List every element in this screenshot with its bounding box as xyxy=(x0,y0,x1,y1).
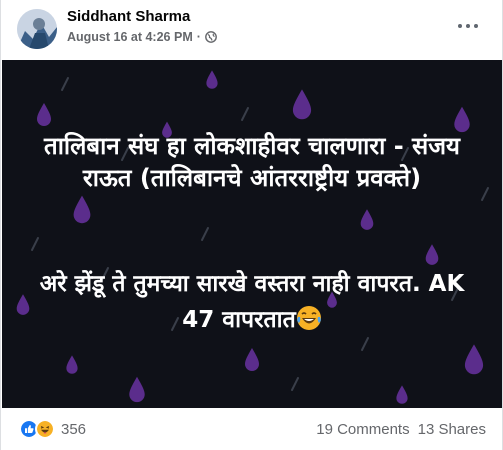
reaction-count: 356 xyxy=(61,420,87,438)
post-image[interactable]: तालिबान संघ हा लोकशाहीवर चालणारा - संजय … xyxy=(2,60,502,408)
engagement-stats: 19 Comments 13 Shares xyxy=(316,421,486,438)
haha-icon xyxy=(35,419,55,439)
comments-link[interactable]: 19 Comments xyxy=(316,421,409,438)
globe-icon xyxy=(205,31,217,43)
meta-separator: · xyxy=(196,30,201,44)
author-avatar[interactable] xyxy=(17,9,57,49)
image-text-line-2-content: अरे झेंडू ते तुमच्या सारखे वस्तरा नाही व… xyxy=(39,271,465,333)
author-name[interactable]: Siddhant Sharma xyxy=(67,8,190,25)
raindrop-background xyxy=(16,70,489,404)
more-options-icon[interactable] xyxy=(450,12,486,40)
image-text-line-1: तालिबान संघ हा लोकशाहीवर चालणारा - संजय … xyxy=(44,132,460,192)
post-header: Siddhant Sharma August 16 at 4:26 PM · xyxy=(1,0,503,58)
laughing-tears-emoji xyxy=(296,306,321,330)
post-card: Siddhant Sharma August 16 at 4:26 PM · त… xyxy=(0,0,503,450)
post-timestamp[interactable]: August 16 at 4:26 PM xyxy=(67,30,193,44)
shares-link[interactable]: 13 Shares xyxy=(418,421,486,438)
post-meta: August 16 at 4:26 PM · xyxy=(67,30,217,44)
reactions-summary[interactable]: 356 xyxy=(19,419,86,439)
image-text-line-2: अरे झेंडू ते तुमच्या सारखे वस्तरा नाही व… xyxy=(2,266,502,338)
post-footer: 356 19 Comments 13 Shares xyxy=(1,408,503,450)
